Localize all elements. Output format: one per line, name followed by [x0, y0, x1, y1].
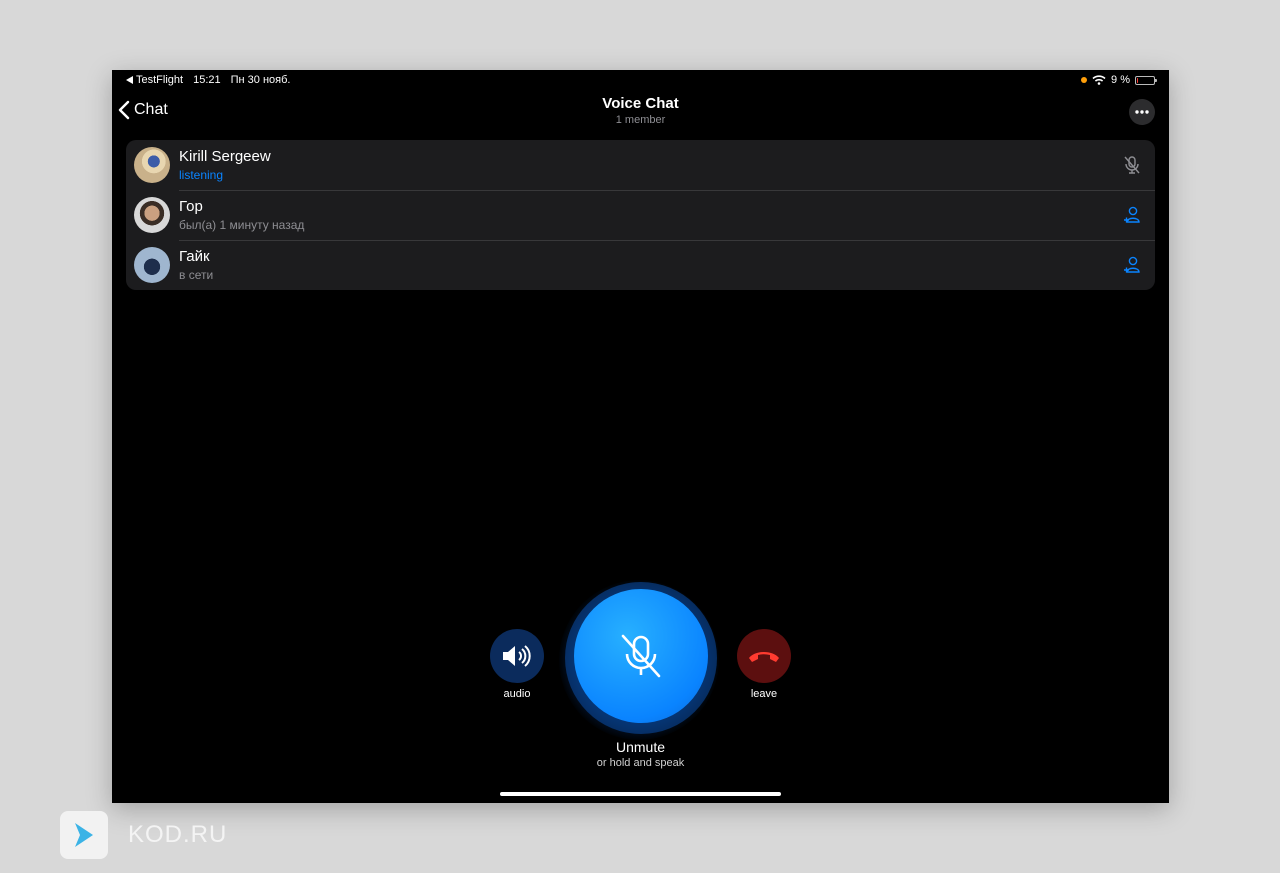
- unmute-caption: Unmute or hold and speak: [112, 739, 1169, 769]
- unmute-button[interactable]: [574, 589, 708, 723]
- participant-row[interactable]: Kirill Sergeew listening: [126, 140, 1155, 190]
- status-date: Пн 30 нояб.: [230, 74, 291, 86]
- watermark: KOD.RU: [60, 811, 227, 859]
- participant-status: в сети: [179, 268, 214, 282]
- hang-up-icon: [749, 652, 779, 662]
- member-count: 1 member: [615, 114, 666, 126]
- mic-off-icon: [621, 634, 661, 678]
- battery-percent: 9 %: [1111, 74, 1130, 86]
- audio-button[interactable]: [490, 629, 544, 683]
- participant-name: Kirill Sergeew: [179, 148, 271, 165]
- speaker-icon: [503, 645, 531, 667]
- avatar: [134, 147, 170, 183]
- participant-name: Гор: [179, 198, 203, 215]
- kod-logo-icon: [60, 811, 108, 859]
- home-indicator[interactable]: [500, 792, 781, 796]
- leave-label: leave: [750, 688, 778, 700]
- more-button[interactable]: [1129, 99, 1155, 125]
- avatar: [134, 247, 170, 283]
- participant-row[interactable]: Гор был(а) 1 минуту назад: [126, 190, 1155, 240]
- participant-list: Kirill Sergeew listening Гор был(а) 1 ми…: [126, 140, 1155, 290]
- watermark-text: KOD.RU: [128, 821, 228, 848]
- participant-status: был(а) 1 минуту назад: [179, 218, 305, 232]
- unmute-label: Unmute: [615, 739, 666, 755]
- back-to-app-link[interactable]: TestFlight: [126, 74, 183, 86]
- back-triangle-icon: [126, 76, 133, 84]
- status-time: 15:21: [193, 74, 221, 86]
- audio-label: audio: [503, 688, 531, 700]
- leave-button[interactable]: [737, 629, 791, 683]
- mic-off-icon: [1124, 156, 1140, 174]
- avatar: [134, 197, 170, 233]
- participant-row[interactable]: Гайк в сети: [126, 240, 1155, 290]
- device-screen: TestFlight 15:21 Пн 30 нояб. 9 % Chat Vo…: [112, 70, 1169, 803]
- unmute-hint: or hold and speak: [596, 757, 685, 769]
- battery-icon: [1135, 75, 1157, 85]
- participant-name: Гайк: [179, 248, 210, 265]
- page-title: Voice Chat: [602, 95, 679, 112]
- back-app-label: TestFlight: [136, 74, 184, 86]
- wifi-icon: [1092, 75, 1106, 85]
- participant-status: listening: [179, 168, 224, 182]
- nav-title-block: Voice Chat 1 member: [112, 95, 1169, 126]
- add-user-icon[interactable]: [1121, 254, 1143, 276]
- add-user-icon[interactable]: [1121, 204, 1143, 226]
- privacy-indicator-dot: [1081, 77, 1088, 83]
- status-bar: TestFlight 15:21 Пн 30 нояб. 9 %: [112, 70, 1169, 90]
- ellipsis-icon: [1135, 110, 1149, 114]
